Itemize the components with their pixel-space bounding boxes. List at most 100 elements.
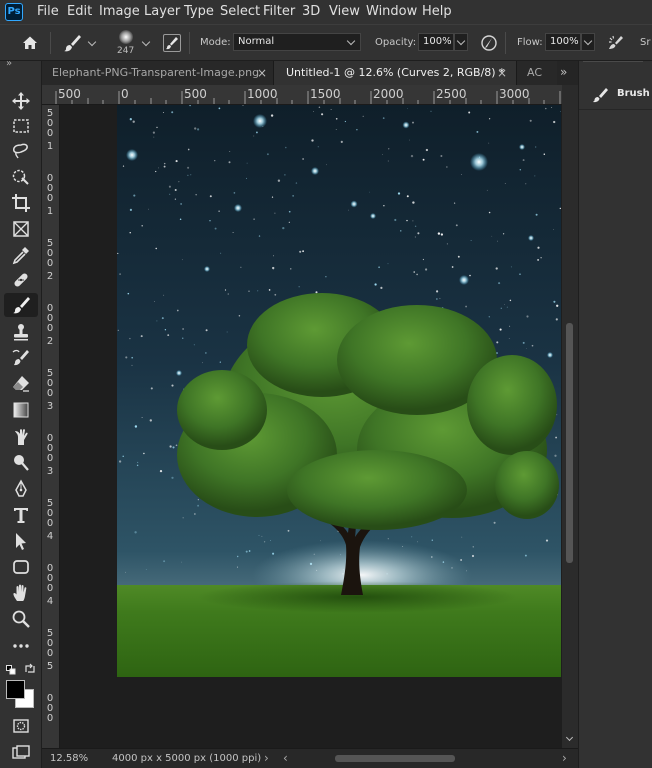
scroll-right-icon[interactable]: › (562, 751, 567, 765)
ruler-v-label: 5 (46, 661, 54, 672)
eraser-tool-icon[interactable] (11, 373, 31, 393)
airbrush-icon[interactable] (607, 34, 625, 52)
ruler-v-label: 0 (46, 638, 54, 649)
opacity-input[interactable]: 100% (418, 33, 454, 51)
foreground-color-swatch[interactable] (6, 680, 25, 699)
lasso-tool-icon[interactable] (11, 141, 31, 161)
ruler-v-label: 5 (46, 498, 54, 509)
menu-file[interactable]: File (37, 4, 59, 19)
home-icon[interactable] (21, 34, 39, 52)
horizontal-ruler: 500 0 500 1000 1500 2000 2500 3000 (42, 85, 562, 105)
ruler-v-label: 5 (46, 368, 54, 379)
quick-mask-icon[interactable] (11, 716, 31, 736)
zoom-tool-icon[interactable] (11, 609, 31, 629)
tab-untitled-1-label: Untitled-1 @ 12.6% (Curves 2, RGB/8) * (286, 66, 505, 79)
ruler-v-label: 0 (46, 173, 54, 184)
frame-tool-icon[interactable] (11, 219, 31, 239)
menu-edit[interactable]: Edit (67, 4, 92, 19)
ruler-v-label: 0 (46, 303, 54, 314)
menu-3d[interactable]: 3D (302, 4, 320, 19)
eyedropper-tool-icon[interactable] (11, 245, 31, 265)
tab-overflow-icon[interactable]: » (560, 65, 567, 79)
ruler-h-label: 2000 (373, 87, 404, 101)
brush-tool-icon[interactable] (11, 295, 31, 315)
mode-value: Normal (238, 36, 275, 47)
ruler-v-label: 0 (46, 193, 54, 204)
menu-view[interactable]: View (329, 4, 360, 19)
menu-filter[interactable]: Filter (263, 4, 295, 19)
vertical-scrollbar[interactable] (562, 85, 578, 748)
menu-bar: Ps File Edit Image Layer Type Select Fil… (0, 0, 652, 24)
mode-chevron-icon (346, 36, 356, 46)
clone-stamp-tool-icon[interactable] (11, 322, 31, 342)
mode-select[interactable]: Normal (233, 33, 361, 51)
gradient-tool-icon[interactable] (11, 400, 31, 420)
ruler-v-label: 0 (46, 378, 54, 389)
smudge-tool-icon[interactable] (11, 427, 31, 447)
ruler-v-label: 0 (46, 693, 54, 704)
opacity-chevron-icon (456, 36, 466, 46)
swap-colors-icon[interactable] (24, 663, 36, 675)
object-selection-tool-icon[interactable] (11, 167, 31, 187)
brush-size-chevron-icon[interactable] (141, 37, 151, 47)
brush-settings-icon (591, 86, 609, 104)
brush-settings-panel-header[interactable]: Brush S (579, 81, 652, 110)
scroll-left-icon[interactable]: ‹ (283, 751, 288, 765)
tab-elephant-close-icon[interactable]: × (257, 61, 267, 85)
crop-tool-icon[interactable] (11, 193, 31, 213)
ruler-v-label: 0 (46, 453, 54, 464)
ruler-h-label: 1500 (310, 87, 341, 101)
more-tools-icon[interactable] (11, 636, 31, 656)
tab-ac[interactable]: AC (517, 61, 557, 85)
menu-help[interactable]: Help (422, 4, 452, 19)
menu-image[interactable]: Image (99, 4, 140, 19)
canvas-workarea[interactable] (60, 105, 562, 748)
healing-brush-tool-icon[interactable] (11, 270, 31, 290)
path-selection-tool-icon[interactable] (11, 531, 31, 551)
menu-window[interactable]: Window (366, 4, 417, 19)
brush-preset-chevron-icon[interactable] (87, 37, 97, 47)
vertical-scroll-thumb[interactable] (566, 323, 573, 563)
tab-elephant[interactable]: Elephant-PNG-Transparent-Image.png × (42, 61, 274, 85)
document-canvas[interactable] (117, 105, 561, 677)
screen-mode-icon[interactable] (11, 743, 31, 763)
brush-preset-icon[interactable] (61, 32, 83, 54)
menu-select[interactable]: Select (220, 4, 260, 19)
ruler-v-label: 0 (46, 313, 54, 324)
flow-chevron-icon (583, 36, 593, 46)
pen-tool-icon[interactable] (11, 479, 31, 499)
ruler-v-label: 5 (46, 628, 54, 639)
menu-type[interactable]: Type (184, 4, 214, 19)
pressure-opacity-icon[interactable] (480, 34, 498, 52)
status-menu-arrow-icon[interactable]: › (264, 751, 269, 765)
brush-size-value: 247 (117, 46, 135, 56)
flow-input[interactable]: 100% (545, 33, 581, 51)
ruler-v-label: 0 (46, 583, 54, 594)
hand-tool-icon[interactable] (11, 583, 31, 603)
horizontal-scroll-thumb[interactable] (335, 755, 455, 762)
default-colors-icon[interactable] (6, 664, 16, 675)
dodge-tool-icon[interactable] (11, 453, 31, 473)
scroll-down-icon[interactable] (565, 733, 574, 742)
flow-dropdown[interactable] (581, 33, 595, 51)
tab-untitled-1[interactable]: Untitled-1 @ 12.6% (Curves 2, RGB/8) * × (274, 61, 517, 85)
tab-untitled-1-close-icon[interactable]: × (497, 61, 507, 85)
zoom-level[interactable]: 12.58% (50, 753, 88, 764)
collapse-tools-icon[interactable]: » (6, 58, 12, 69)
ruler-v-label: 0 (46, 703, 54, 714)
ruler-v-label: 0 (46, 563, 54, 574)
history-brush-tool-icon[interactable] (11, 348, 31, 368)
menu-layer[interactable]: Layer (144, 4, 180, 19)
marquee-tool-icon[interactable] (11, 116, 31, 136)
ruler-v-label: 1 (46, 141, 54, 152)
rectangle-tool-icon[interactable] (11, 557, 31, 577)
panel-grip[interactable] (583, 61, 643, 66)
status-bar: 12.58% 4000 px x 5000 px (1000 ppi) › ‹ … (42, 748, 578, 768)
ruler-v-label: 0 (46, 248, 54, 259)
ruler-v-label: 0 (46, 508, 54, 519)
brush-settings-toggle-icon[interactable] (163, 34, 181, 52)
type-tool-icon[interactable] (11, 505, 31, 525)
brush-tip-preview[interactable] (115, 29, 137, 47)
opacity-dropdown[interactable] (454, 33, 468, 51)
move-tool-icon[interactable] (11, 91, 31, 111)
